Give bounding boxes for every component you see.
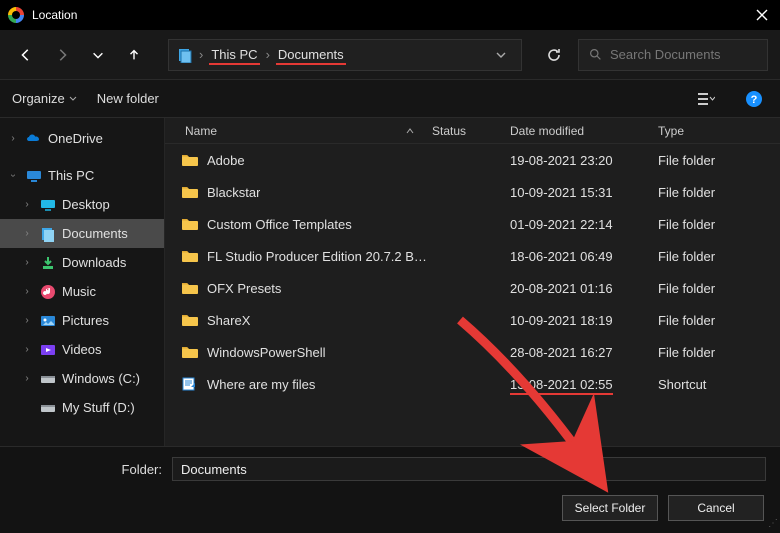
tree-thispc[interactable]: › This PC bbox=[0, 161, 164, 190]
folder-icon bbox=[181, 249, 199, 263]
file-name: Adobe bbox=[207, 153, 245, 168]
tree-videos[interactable]: › Videos bbox=[0, 335, 164, 364]
file-row[interactable]: WindowsPowerShell 28-08-2021 16:27File fo… bbox=[165, 336, 780, 368]
file-type: Shortcut bbox=[658, 377, 768, 392]
file-dialog: Location › This PC › Documents bbox=[0, 0, 780, 533]
file-date: 10-09-2021 18:19 bbox=[510, 313, 658, 328]
file-name: FL Studio Producer Edition 20.7.2 Build … bbox=[207, 249, 432, 264]
file-type: File folder bbox=[658, 313, 768, 328]
col-type[interactable]: Type bbox=[658, 124, 684, 138]
file-date: 01-09-2021 22:14 bbox=[510, 217, 658, 232]
file-row[interactable]: ShareX 10-09-2021 18:19File folder bbox=[165, 304, 780, 336]
folder-label: Folder: bbox=[14, 462, 162, 477]
chrome-icon bbox=[8, 7, 24, 23]
navbar: › This PC › Documents Search Documents bbox=[0, 30, 780, 80]
file-name: ShareX bbox=[207, 313, 250, 328]
folder-icon bbox=[181, 345, 199, 359]
file-row[interactable]: Blackstar 10-09-2021 15:31File folder bbox=[165, 176, 780, 208]
view-button[interactable] bbox=[692, 85, 720, 113]
tree-windows-c[interactable]: › Windows (C:) bbox=[0, 364, 164, 393]
file-date: 18-06-2021 06:49 bbox=[510, 249, 658, 264]
help-button[interactable]: ? bbox=[740, 85, 768, 113]
file-name: Custom Office Templates bbox=[207, 217, 352, 232]
file-row[interactable]: FL Studio Producer Edition 20.7.2 Build … bbox=[165, 240, 780, 272]
file-row[interactable]: Custom Office Templates 01-09-2021 22:14F… bbox=[165, 208, 780, 240]
file-name: Blackstar bbox=[207, 185, 260, 200]
file-row[interactable]: OFX Presets 20-08-2021 01:16File folder bbox=[165, 272, 780, 304]
shortcut-icon bbox=[181, 377, 199, 391]
file-row[interactable]: Where are my files 13-08-2021 02:55Shortc… bbox=[165, 368, 780, 400]
file-list-pane: Name Status Date modified Type Adobe 19-0… bbox=[165, 118, 780, 446]
file-name: OFX Presets bbox=[207, 281, 281, 296]
folder-icon bbox=[181, 217, 199, 231]
tree-downloads[interactable]: › Downloads bbox=[0, 248, 164, 277]
tree-mystuff-d[interactable]: My Stuff (D:) bbox=[0, 393, 164, 422]
tree-documents[interactable]: › Documents bbox=[0, 219, 164, 248]
file-row[interactable]: Adobe 19-08-2021 23:20File folder bbox=[165, 144, 780, 176]
forward-button[interactable] bbox=[48, 41, 76, 69]
documents-icon bbox=[177, 47, 193, 63]
col-date[interactable]: Date modified bbox=[510, 124, 584, 138]
dialog-footer: Folder: Select Folder Cancel bbox=[0, 446, 780, 533]
column-headers[interactable]: Name Status Date modified Type bbox=[165, 118, 780, 144]
file-type: File folder bbox=[658, 153, 768, 168]
breadcrumb-root[interactable]: This PC bbox=[209, 47, 259, 62]
file-name: WindowsPowerShell bbox=[207, 345, 326, 360]
organize-button[interactable]: Organize bbox=[12, 91, 77, 106]
file-name: Where are my files bbox=[207, 377, 315, 392]
window-title: Location bbox=[32, 8, 744, 22]
file-date: 10-09-2021 15:31 bbox=[510, 185, 658, 200]
file-date: 13-08-2021 02:55 bbox=[510, 377, 658, 392]
tree-pictures[interactable]: › Pictures bbox=[0, 306, 164, 335]
file-list: Adobe19-08-2021 23:20File folderBlacksta… bbox=[165, 144, 780, 446]
col-status[interactable]: Status bbox=[432, 124, 466, 138]
back-button[interactable] bbox=[12, 41, 40, 69]
tree-onedrive[interactable]: › OneDrive bbox=[0, 124, 164, 153]
folder-icon bbox=[181, 153, 199, 167]
cancel-button[interactable]: Cancel bbox=[668, 495, 764, 521]
close-button[interactable] bbox=[744, 0, 780, 30]
file-date: 20-08-2021 01:16 bbox=[510, 281, 658, 296]
address-bar[interactable]: › This PC › Documents bbox=[168, 39, 522, 71]
file-type: File folder bbox=[658, 217, 768, 232]
select-folder-button[interactable]: Select Folder bbox=[562, 495, 658, 521]
address-dropdown[interactable] bbox=[489, 50, 513, 60]
titlebar: Location bbox=[0, 0, 780, 30]
sort-asc-icon bbox=[406, 127, 414, 135]
col-name[interactable]: Name bbox=[185, 124, 217, 138]
search-icon bbox=[589, 48, 602, 61]
file-type: File folder bbox=[658, 185, 768, 200]
file-date: 28-08-2021 16:27 bbox=[510, 345, 658, 360]
refresh-button[interactable] bbox=[538, 39, 570, 71]
file-type: File folder bbox=[658, 281, 768, 296]
dialog-body: › OneDrive › This PC › Desktop › Documen… bbox=[0, 118, 780, 446]
tree-desktop[interactable]: › Desktop bbox=[0, 190, 164, 219]
nav-tree: › OneDrive › This PC › Desktop › Documen… bbox=[0, 118, 165, 446]
search-input[interactable]: Search Documents bbox=[578, 39, 768, 71]
toolbar: Organize New folder ? bbox=[0, 80, 780, 118]
folder-icon bbox=[181, 185, 199, 199]
search-placeholder: Search Documents bbox=[610, 47, 721, 62]
folder-icon bbox=[181, 281, 199, 295]
new-folder-button[interactable]: New folder bbox=[97, 91, 159, 106]
file-type: File folder bbox=[658, 249, 768, 264]
folder-icon bbox=[181, 313, 199, 327]
svg-text:?: ? bbox=[751, 94, 758, 106]
up-button[interactable] bbox=[120, 41, 148, 69]
chevron-down-icon bbox=[69, 95, 77, 103]
tree-music[interactable]: › Music bbox=[0, 277, 164, 306]
file-date: 19-08-2021 23:20 bbox=[510, 153, 658, 168]
file-type: File folder bbox=[658, 345, 768, 360]
recent-dropdown[interactable] bbox=[84, 41, 112, 69]
breadcrumb-current[interactable]: Documents bbox=[276, 47, 346, 62]
folder-input[interactable] bbox=[172, 457, 766, 481]
